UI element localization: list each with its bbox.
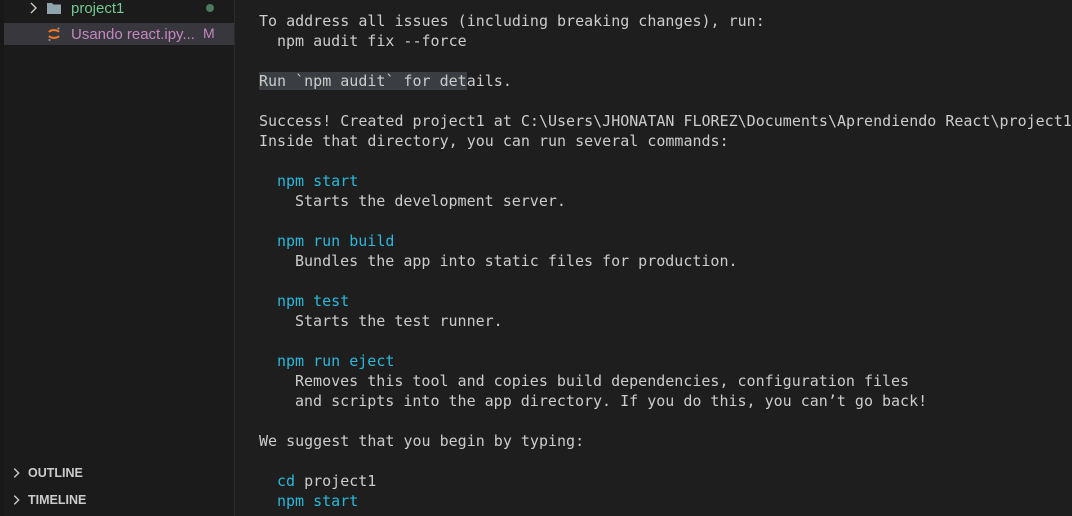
modified-dot-icon [206,4,214,12]
terminal-line: Bundles the app into static files for pr… [295,252,738,270]
folder-label: project1 [71,0,125,17]
folder-row-project1[interactable]: project1 [4,0,234,19]
terminal-line: Starts the test runner. [295,312,503,330]
chevron-right-icon [13,495,20,505]
terminal-text: ails. [466,72,512,90]
terminal-line: Removes this tool and copies build depen… [295,372,910,390]
terminal-line: Success! Created project1 at C:\Users\JH… [259,112,1072,130]
terminal-command: npm start [277,172,359,190]
terminal-command: npm run eject [277,352,395,370]
terminal-command: npm test [277,292,350,310]
file-label: Usando react.ipy... [71,25,195,43]
folder-icon [47,3,61,14]
terminal-text: project1 [304,472,377,490]
terminal-line: Run `npm audit` for details. [259,71,512,91]
terminal-line: To address all issues (including breakin… [259,12,765,30]
terminal-panel[interactable]: To address all issues (including breakin… [235,0,1072,516]
terminal-line: and scripts into the app directory. If y… [295,392,928,410]
section-timeline[interactable]: TIMELINE [4,489,234,511]
section-outline-label: OUTLINE [28,466,83,480]
section-outline[interactable]: OUTLINE [4,462,234,484]
section-timeline-label: TIMELINE [28,493,87,507]
jupyter-icon [48,27,60,41]
terminal-line: npm audit fix --force [277,32,467,50]
terminal-command: npm start [277,492,359,510]
terminal-command: npm run build [277,232,395,250]
selection-highlight: Run `npm audit` for det [259,72,467,90]
file-row-notebook[interactable]: Usando react.ipy... M [4,23,234,45]
modified-badge: M [203,25,215,41]
chevron-right-icon [30,2,37,14]
chevron-right-icon [13,468,20,478]
terminal-line: Inside that directory, you can run sever… [259,132,729,150]
terminal-line: We suggest that you begin by typing: [259,432,585,450]
explorer-sidebar: project1 Usando react.ipy... M OUTLINE T… [4,0,234,516]
terminal-line: cd project1 [277,471,376,491]
terminal-line: Starts the development server. [295,192,566,210]
terminal-command: cd [277,472,296,490]
